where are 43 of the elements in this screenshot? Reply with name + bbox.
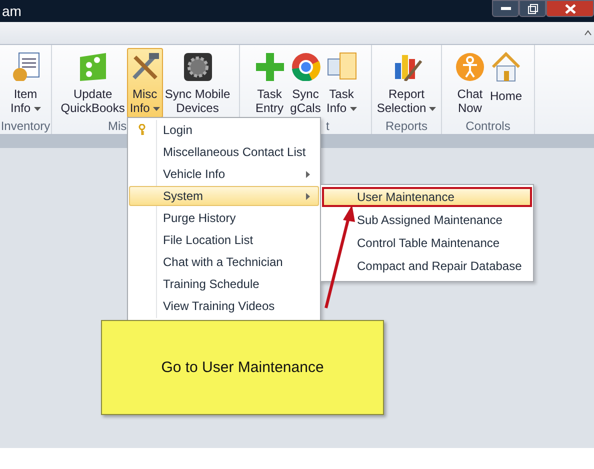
close-button[interactable] (546, 0, 594, 17)
menu-item[interactable]: Training Schedule (129, 274, 319, 294)
menu-item[interactable]: Compact and Repair Database (356, 256, 532, 276)
ribbon-button[interactable]: Item Info (8, 48, 44, 118)
minimize-button[interactable] (492, 0, 519, 17)
ribbon-button[interactable]: Chat Now (452, 48, 488, 118)
ribbon-button[interactable]: Sync Mobile Devices (162, 48, 232, 118)
menu-item[interactable]: Vehicle Info (129, 164, 319, 184)
ribbon-button[interactable]: Sync gCals (288, 48, 324, 118)
group-label: Mis (108, 119, 127, 134)
menu-item[interactable]: User Maintenance (322, 187, 532, 207)
menu-item[interactable]: View Training Videos (129, 296, 319, 316)
callout-text: Go to User Maintenance (161, 359, 324, 376)
minimize-icon (500, 7, 510, 10)
menu-item[interactable]: Purge History (129, 208, 319, 228)
group-label: Reports (385, 119, 428, 134)
person-circle-icon (454, 51, 486, 81)
group-label: t (326, 119, 330, 134)
menu-item[interactable]: File Location List (129, 230, 319, 250)
collapse-caret-icon[interactable] (584, 30, 592, 36)
group-label: Inventory (0, 119, 50, 134)
ribbon-button[interactable]: Report Selection (374, 48, 438, 118)
restore-icon (528, 4, 538, 14)
restore-button[interactable] (519, 0, 546, 17)
group-label: Controls (466, 119, 510, 134)
menu-item[interactable]: Login (129, 120, 319, 140)
ribbon-button[interactable]: Task Entry (252, 48, 288, 118)
gear-icon (182, 51, 214, 81)
menu-item[interactable]: Chat with a Technician (129, 252, 319, 272)
ribbon-button[interactable]: Update QuickBooks (58, 48, 127, 118)
menu-item[interactable]: System (129, 186, 319, 206)
chrome-icon (290, 51, 322, 81)
house-icon (490, 51, 522, 83)
menu-item[interactable]: Miscellaneous Contact List (129, 142, 319, 162)
ribbon-button[interactable]: Home (488, 48, 524, 118)
ribbon-button[interactable]: Task Info (324, 48, 360, 118)
ribbon-button[interactable]: Misc Info (126, 48, 163, 118)
plus-icon (254, 51, 286, 81)
menu-item[interactable]: Control Table Maintenance (356, 233, 532, 253)
key-icon (138, 124, 146, 136)
menu-item[interactable]: Sub Assigned Maintenance (356, 210, 532, 230)
close-icon (564, 4, 576, 14)
window-title: am (1, 3, 22, 19)
